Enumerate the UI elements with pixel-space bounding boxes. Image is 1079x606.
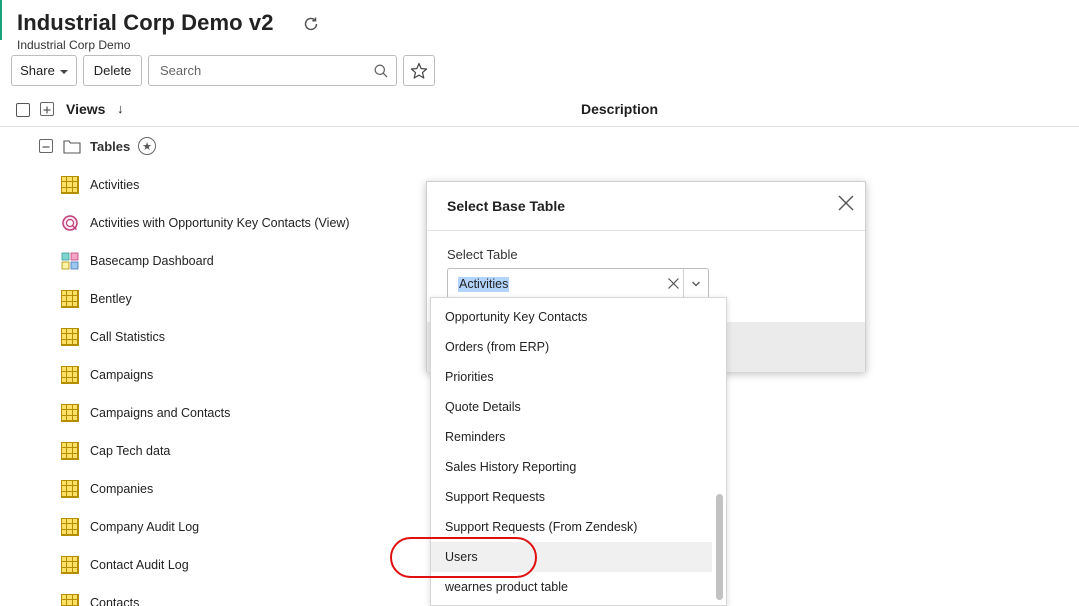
clear-icon[interactable]	[667, 277, 680, 290]
select-table-combobox[interactable]: Activities	[447, 268, 709, 299]
highlight-annotation	[390, 537, 537, 578]
dropdown-option-label: Reminders	[445, 430, 506, 444]
refresh-icon[interactable]	[302, 15, 320, 33]
list-item[interactable]: Cap Tech data	[0, 432, 420, 470]
list-item[interactable]: Activities with Opportunity Key Contacts…	[0, 204, 420, 242]
list-item[interactable]: Campaigns and Contacts	[0, 394, 420, 432]
folder-star-icon[interactable]: ★	[138, 137, 156, 155]
select-all-checkbox[interactable]	[16, 103, 30, 117]
list-item[interactable]: Company Audit Log	[0, 508, 420, 546]
dropdown-option-label: Support Requests (From Zendesk)	[445, 520, 638, 534]
toolbar: Share Delete	[11, 55, 435, 86]
dropdown-option[interactable]: Sales History Reporting	[431, 452, 712, 482]
views-header-row: Views ↓ Description	[0, 92, 1079, 127]
list-item-label: Campaigns	[90, 368, 154, 382]
star-icon	[410, 62, 428, 79]
folder-row-tables[interactable]: Tables ★	[0, 136, 400, 158]
dropdown-option-label: Sales History Reporting	[445, 460, 577, 474]
page-title: Industrial Corp Demo v2	[17, 10, 274, 35]
dialog-divider	[427, 230, 865, 231]
select-separator	[683, 269, 684, 298]
dropdown-scrollbar-thumb[interactable]	[716, 494, 723, 600]
dropdown-option-label: wearnes product table	[445, 580, 568, 594]
description-column-header[interactable]: Description	[581, 101, 658, 117]
dropdown-option-label: Priorities	[445, 370, 494, 384]
dropdown-option[interactable]: Support Requests	[431, 482, 712, 512]
dropdown-option-label: Orders (from ERP)	[445, 340, 550, 354]
table-icon	[61, 556, 79, 574]
list-item[interactable]: Activities	[0, 166, 420, 204]
dialog-title: Select Base Table	[447, 198, 566, 214]
table-icon	[61, 518, 79, 536]
list-item-label: Companies	[90, 482, 154, 496]
list-item[interactable]: Call Statistics	[0, 318, 420, 356]
left-accent-bar	[0, 0, 2, 40]
list-item[interactable]: Campaigns	[0, 356, 420, 394]
page-subtitle: Industrial Corp Demo	[17, 38, 131, 52]
table-icon	[61, 480, 79, 498]
views-column-header[interactable]: Views	[66, 101, 105, 117]
folder-label: Tables	[90, 139, 131, 154]
table-icon	[61, 328, 79, 346]
list-item[interactable]: Bentley	[0, 280, 420, 318]
list-item-label: Contact Audit Log	[90, 558, 189, 572]
list-item-label: Company Audit Log	[90, 520, 200, 534]
list-item-label: Basecamp Dashboard	[90, 254, 214, 268]
select-table-value[interactable]: Activities	[458, 277, 510, 292]
caret-down-icon	[59, 69, 68, 74]
chevron-down-icon[interactable]	[691, 279, 701, 289]
list-item[interactable]: Contacts	[0, 584, 420, 606]
collapse-icon[interactable]	[39, 139, 53, 153]
folder-icon	[63, 140, 81, 154]
dropdown-option[interactable]: Opportunity Key Contacts	[431, 302, 712, 332]
share-button[interactable]: Share	[11, 55, 77, 86]
list-item-label: Campaigns and Contacts	[90, 406, 231, 420]
dropdown-option-label: Opportunity Key Contacts	[445, 310, 588, 324]
dropdown-option[interactable]: Reminders	[431, 422, 712, 452]
list-item[interactable]: Basecamp Dashboard	[0, 242, 420, 280]
list-item[interactable]: Companies	[0, 470, 420, 508]
favorite-button[interactable]	[403, 55, 435, 86]
share-button-label: Share	[20, 63, 55, 78]
close-icon[interactable]	[837, 194, 855, 212]
table-icon	[61, 404, 79, 422]
search-box[interactable]	[148, 55, 397, 86]
table-icon	[61, 290, 79, 308]
query-view-icon	[62, 215, 78, 231]
table-icon	[61, 176, 79, 194]
delete-button[interactable]: Delete	[83, 55, 142, 86]
list-item-label: Cap Tech data	[90, 444, 171, 458]
list-item[interactable]: Contact Audit Log	[0, 546, 420, 584]
select-table-label: Select Table	[447, 247, 518, 262]
dropdown-option[interactable]: Priorities	[431, 362, 712, 392]
sort-arrow-icon[interactable]: ↓	[117, 101, 124, 116]
dropdown-option[interactable]: Quote Details	[431, 392, 712, 422]
list-item-label: Bentley	[90, 292, 132, 306]
search-input[interactable]	[160, 63, 360, 78]
dropdown-option[interactable]: Orders (from ERP)	[431, 332, 712, 362]
table-icon	[61, 442, 79, 460]
list-item-label: Contacts	[90, 596, 140, 606]
dashboard-icon	[61, 252, 79, 270]
list-item-label: Call Statistics	[90, 330, 166, 344]
search-icon[interactable]	[374, 64, 388, 78]
dropdown-option-label: Support Requests	[445, 490, 546, 504]
list-item-label: Activities	[90, 178, 140, 192]
table-icon	[61, 366, 79, 384]
list-item-label: Activities with Opportunity Key Contacts…	[90, 216, 350, 230]
expand-all-icon[interactable]	[40, 102, 54, 116]
dropdown-option-label: Quote Details	[445, 400, 521, 414]
table-icon	[61, 594, 79, 606]
